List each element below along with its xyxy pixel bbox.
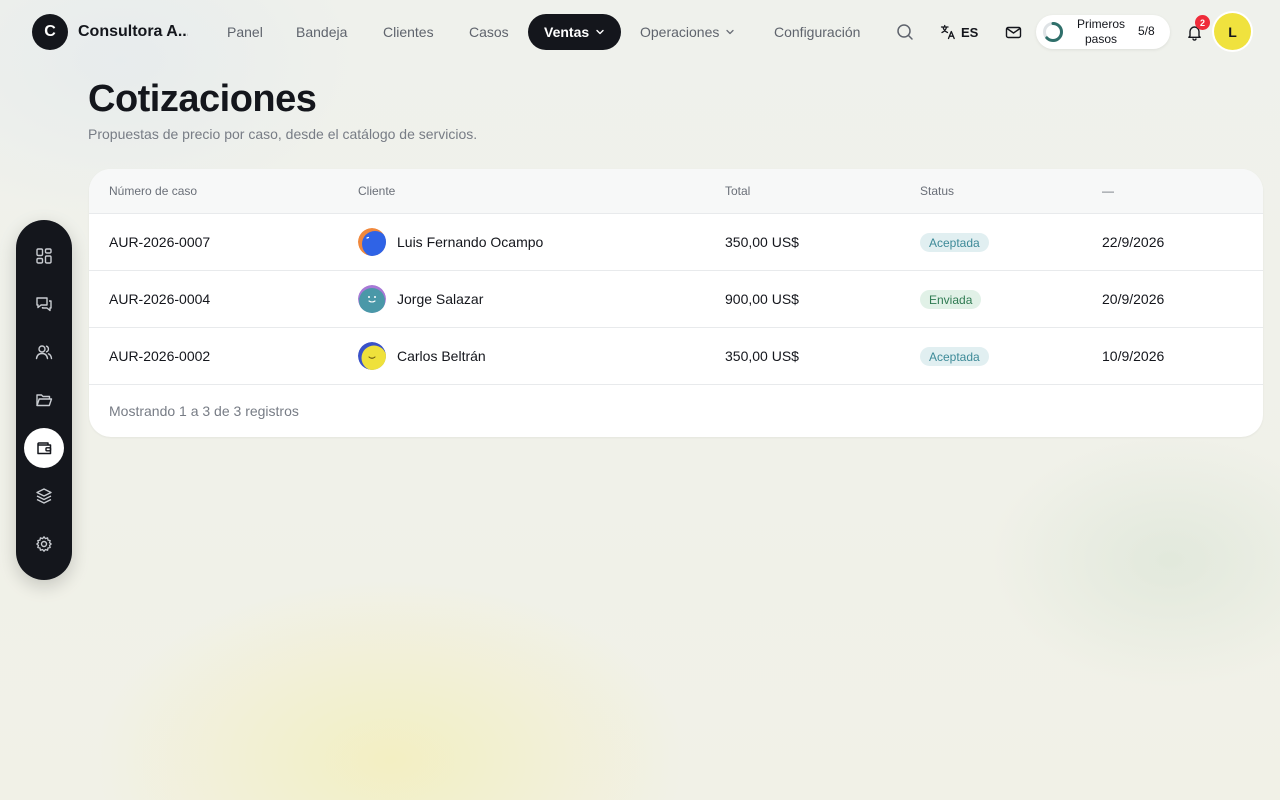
folder-icon — [36, 394, 53, 407]
wallet-icon — [37, 442, 52, 455]
nav-operations[interactable]: Operaciones — [640, 14, 735, 50]
column-header-status[interactable]: Status — [920, 184, 954, 198]
page-subtitle: Propuestas de precio por caso, desde el … — [88, 126, 478, 142]
chevron-down-icon — [726, 29, 735, 35]
client-cell: Carlos Beltrán — [358, 342, 486, 370]
column-header-client[interactable]: Cliente — [358, 184, 395, 198]
status-badge: Enviada — [920, 290, 982, 309]
quotes-table: Número de caso Cliente Total Status — AU… — [89, 169, 1263, 437]
language-selector[interactable]: ES — [940, 20, 978, 44]
top-navigation: C Consultora A... Panel Bandeja Clientes… — [0, 0, 1280, 64]
brand-logo: C — [32, 14, 68, 50]
chevron-down-icon — [596, 29, 604, 35]
table-header: Número de caso Cliente Total Status — — [89, 169, 1263, 214]
layers-icon — [36, 488, 52, 504]
nav-inbox[interactable]: Bandeja — [296, 14, 347, 50]
nav-sales[interactable]: Ventas — [528, 14, 622, 50]
search-button[interactable] — [893, 20, 917, 44]
client-avatar — [358, 228, 386, 256]
table-row[interactable]: AUR-2026-0002 Carlos Beltrán 350,00 US$ … — [89, 328, 1263, 385]
sidebar-item-dashboard[interactable] — [24, 236, 64, 276]
case-number[interactable]: AUR-2026-0002 — [109, 348, 210, 364]
brand[interactable]: C Consultora A... — [32, 14, 188, 50]
onboarding-count: 5/8 — [1138, 24, 1155, 38]
quote-date: 22/9/2026 — [1102, 234, 1165, 250]
case-number[interactable]: AUR-2026-0004 — [109, 291, 210, 307]
column-header-case-number[interactable]: Número de caso — [109, 184, 197, 198]
column-header-date[interactable]: — — [1102, 184, 1114, 198]
page-title: Cotizaciones — [88, 78, 317, 120]
grid-icon — [36, 248, 52, 264]
chat-icon — [36, 297, 52, 312]
sidebar-item-sales[interactable] — [24, 428, 64, 468]
nav-operations-label: Operaciones — [640, 24, 720, 40]
status-badge: Aceptada — [920, 233, 989, 252]
sidebar-item-catalog[interactable] — [24, 476, 64, 516]
nav-panel[interactable]: Panel — [227, 14, 263, 50]
client-name: Luis Fernando Ocampo — [397, 234, 544, 250]
table-row[interactable]: AUR-2026-0007 Luis Fernando Ocampo 350,0… — [89, 214, 1263, 271]
users-icon — [35, 345, 53, 360]
gear-icon — [36, 536, 52, 552]
table-row[interactable]: AUR-2026-0004 Jorge Salazar 900,00 US$ E… — [89, 271, 1263, 328]
status-badge: Aceptada — [920, 347, 989, 366]
nav-cases[interactable]: Casos — [469, 14, 509, 50]
user-avatar[interactable]: L — [1214, 13, 1251, 50]
nav-settings[interactable]: Configuración — [774, 14, 860, 50]
onboarding-progress[interactable]: Primeros pasos 5/8 — [1036, 15, 1170, 49]
brand-name: Consultora A... — [78, 23, 188, 40]
nav-sales-label: Ventas — [544, 24, 590, 40]
client-avatar — [358, 342, 386, 370]
case-number[interactable]: AUR-2026-0007 — [109, 234, 210, 250]
client-cell: Jorge Salazar — [358, 285, 483, 313]
progress-ring — [1043, 22, 1063, 42]
language-code: ES — [961, 24, 979, 40]
quote-date: 20/9/2026 — [1102, 291, 1165, 307]
translate-icon — [940, 24, 955, 40]
sidebar-item-clients[interactable] — [24, 332, 64, 372]
quote-total: 900,00 US$ — [725, 291, 799, 307]
quote-date: 10/9/2026 — [1102, 348, 1165, 364]
notification-badge: 2 — [1195, 15, 1210, 30]
mail-icon — [1005, 26, 1021, 38]
column-header-total[interactable]: Total — [725, 184, 750, 198]
client-name: Jorge Salazar — [397, 291, 484, 307]
pagination-info: Mostrando 1 a 3 de 3 registros — [109, 403, 299, 419]
search-icon — [897, 24, 913, 40]
sidebar-item-settings[interactable] — [24, 524, 64, 564]
quote-total: 350,00 US$ — [725, 348, 799, 364]
client-name: Carlos Beltrán — [397, 348, 486, 364]
quote-total: 350,00 US$ — [725, 234, 799, 250]
nav-clients[interactable]: Clientes — [383, 14, 434, 50]
client-avatar — [358, 285, 386, 313]
sidebar-item-inbox[interactable] — [24, 284, 64, 324]
sidebar — [16, 220, 72, 580]
sidebar-item-cases[interactable] — [24, 380, 64, 420]
messages-button[interactable] — [1001, 20, 1025, 44]
onboarding-label: Primeros pasos — [1076, 17, 1125, 46]
client-cell: Luis Fernando Ocampo — [358, 228, 543, 256]
